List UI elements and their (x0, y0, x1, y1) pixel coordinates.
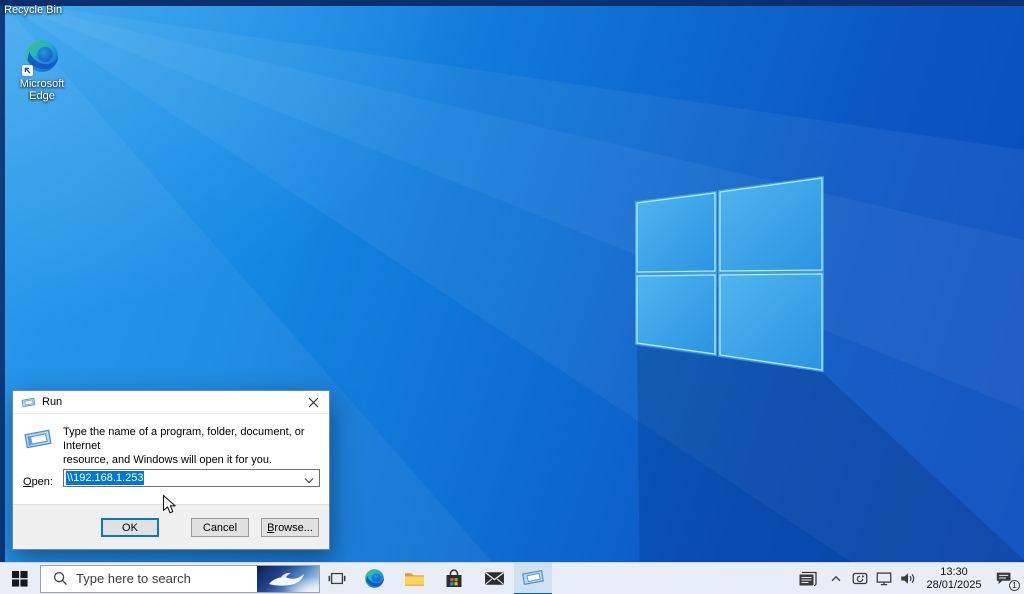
start-button[interactable] (0, 563, 40, 594)
clock-time: 13:30 (924, 566, 984, 579)
run-dialog-body: Type the name of a program, folder, docu… (13, 414, 329, 506)
microsoft-store-icon (444, 569, 464, 589)
taskbar-mail-button[interactable] (474, 563, 514, 594)
ethernet-network-icon (875, 571, 893, 586)
taskbar-file-explorer-button[interactable] (394, 563, 434, 594)
mail-icon (484, 570, 505, 587)
open-combobox[interactable]: \\192.168.1.253 (63, 469, 320, 487)
mouse-cursor (162, 494, 176, 515)
news-icon (798, 571, 818, 587)
tray-network-button[interactable] (872, 563, 896, 594)
speaker-icon (899, 571, 917, 586)
run-description: Type the name of a program, folder, docu… (63, 425, 325, 467)
tray-overflow-button[interactable] (824, 563, 848, 594)
windows-start-icon (12, 571, 28, 587)
notification-count-badge: 1 (1009, 580, 1020, 591)
close-button[interactable] (297, 391, 329, 413)
cancel-button[interactable]: Cancel (191, 518, 249, 537)
tray-display-sync-button[interactable] (848, 563, 872, 594)
open-combobox-value: \\192.168.1.253 (66, 471, 144, 485)
edge-shortcut-label: Microsoft Edge (10, 78, 74, 102)
desktop-icon-microsoft-edge[interactable]: Microsoft Edge (10, 38, 74, 102)
chevron-down-icon[interactable] (304, 475, 314, 487)
display-sync-icon (851, 571, 869, 586)
close-icon (308, 397, 319, 408)
file-explorer-icon (404, 570, 425, 587)
search-daily-image[interactable] (257, 566, 319, 592)
screen-top-border (0, 0, 1024, 6)
task-view-icon (328, 571, 346, 586)
browse-button[interactable]: Browse... (261, 518, 319, 537)
clock-date: 28/01/2025 (924, 579, 984, 592)
run-dialog-title: Run (42, 396, 62, 408)
run-dialog: Run Type the name of a program, folder, … (12, 390, 330, 550)
desktop-icon-recycle-bin[interactable]: Recycle Bin (4, 0, 62, 18)
taskbar-run-button-active[interactable] (514, 563, 552, 594)
search-placeholder: Type here to search (76, 571, 191, 586)
edge-taskbar-icon (364, 568, 385, 589)
taskbar: Type here to search (0, 562, 1024, 594)
bird-image-icon (257, 566, 319, 592)
task-view-button[interactable] (320, 563, 354, 594)
recycle-bin-label: Recycle Bin (4, 4, 62, 16)
chevron-up-icon (829, 572, 843, 586)
taskbar-clock[interactable]: 13:30 28/01/2025 (924, 566, 984, 592)
windows-desktop: Recycle Bin Mi (0, 0, 1024, 594)
run-icon (23, 428, 53, 450)
tray-volume-button[interactable] (896, 563, 920, 594)
taskbar-store-button[interactable] (434, 563, 474, 594)
search-icon (53, 571, 68, 586)
search-input[interactable]: Type here to search (40, 565, 320, 593)
screen-left-border (0, 0, 5, 562)
notification-center-button[interactable]: 1 (988, 563, 1022, 594)
run-dialog-titlebar[interactable]: Run (13, 391, 329, 414)
system-tray: 13:30 28/01/2025 1 (792, 563, 1024, 594)
news-and-interests-button[interactable] (792, 563, 824, 594)
shortcut-arrow-icon (22, 65, 33, 76)
run-taskbar-icon (521, 569, 545, 586)
open-label: Open: (23, 476, 53, 488)
taskbar-edge-button[interactable] (354, 563, 394, 594)
run-dialog-icon (21, 397, 36, 408)
ok-button[interactable]: OK (101, 518, 159, 537)
